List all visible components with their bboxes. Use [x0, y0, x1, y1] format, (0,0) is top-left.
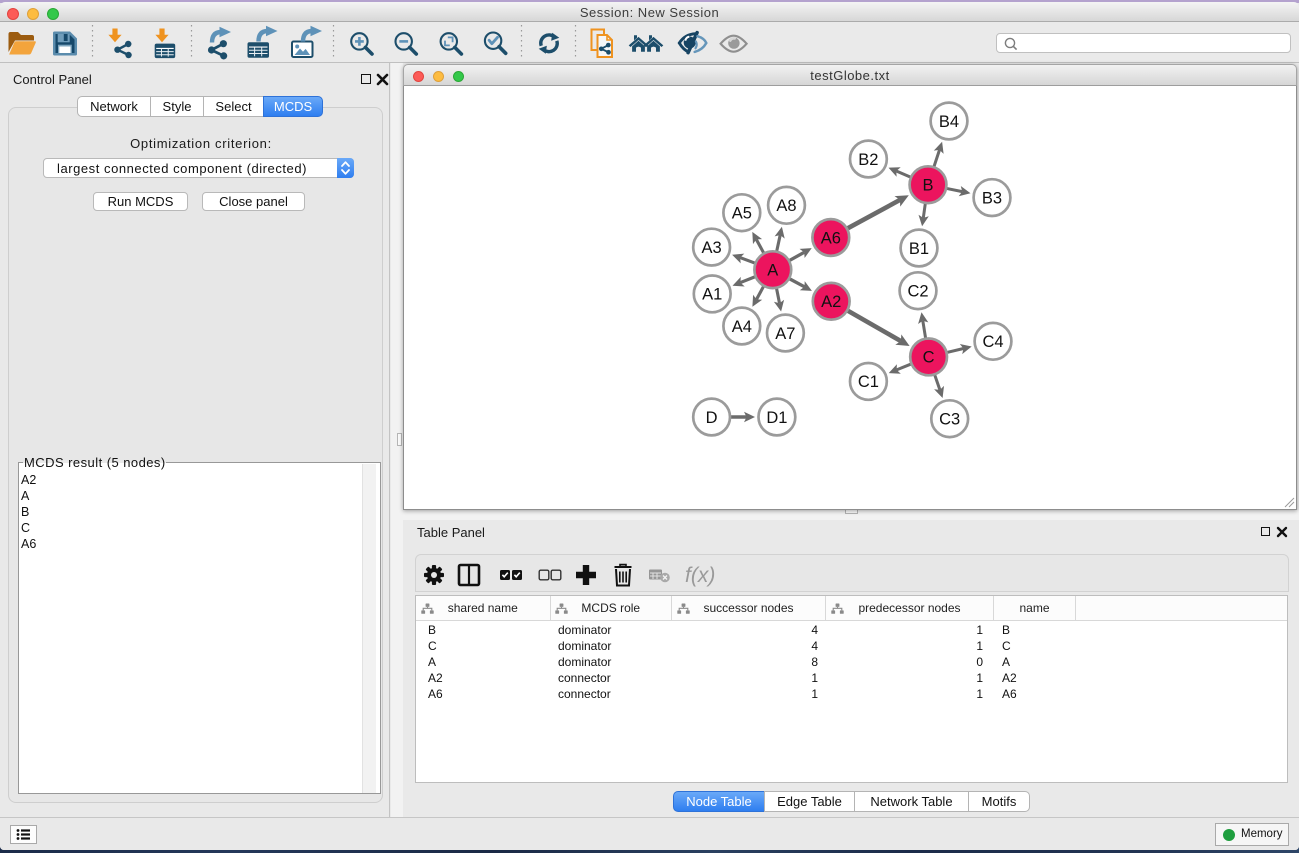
- svg-text:A2: A2: [821, 293, 841, 311]
- svg-text:C: C: [923, 349, 935, 367]
- svg-text:C2: C2: [907, 283, 928, 301]
- svg-text:D1: D1: [766, 409, 787, 427]
- svg-text:C3: C3: [939, 411, 960, 429]
- svg-text:A6: A6: [821, 229, 841, 247]
- svg-text:D: D: [706, 409, 718, 427]
- svg-text:A3: A3: [702, 239, 722, 257]
- svg-text:A1: A1: [702, 286, 722, 304]
- svg-text:A5: A5: [732, 205, 752, 223]
- svg-text:B4: B4: [939, 113, 959, 131]
- svg-text:B: B: [922, 177, 933, 195]
- svg-text:C4: C4: [982, 333, 1003, 351]
- svg-text:A8: A8: [776, 197, 796, 215]
- svg-text:C1: C1: [858, 373, 879, 391]
- svg-text:A: A: [767, 262, 778, 280]
- svg-text:B3: B3: [982, 189, 1002, 207]
- svg-text:B1: B1: [909, 240, 929, 258]
- svg-text:A4: A4: [732, 318, 752, 336]
- svg-text:A7: A7: [775, 325, 795, 343]
- svg-text:f(x): f(x): [685, 564, 715, 587]
- svg-text:B2: B2: [858, 151, 878, 169]
